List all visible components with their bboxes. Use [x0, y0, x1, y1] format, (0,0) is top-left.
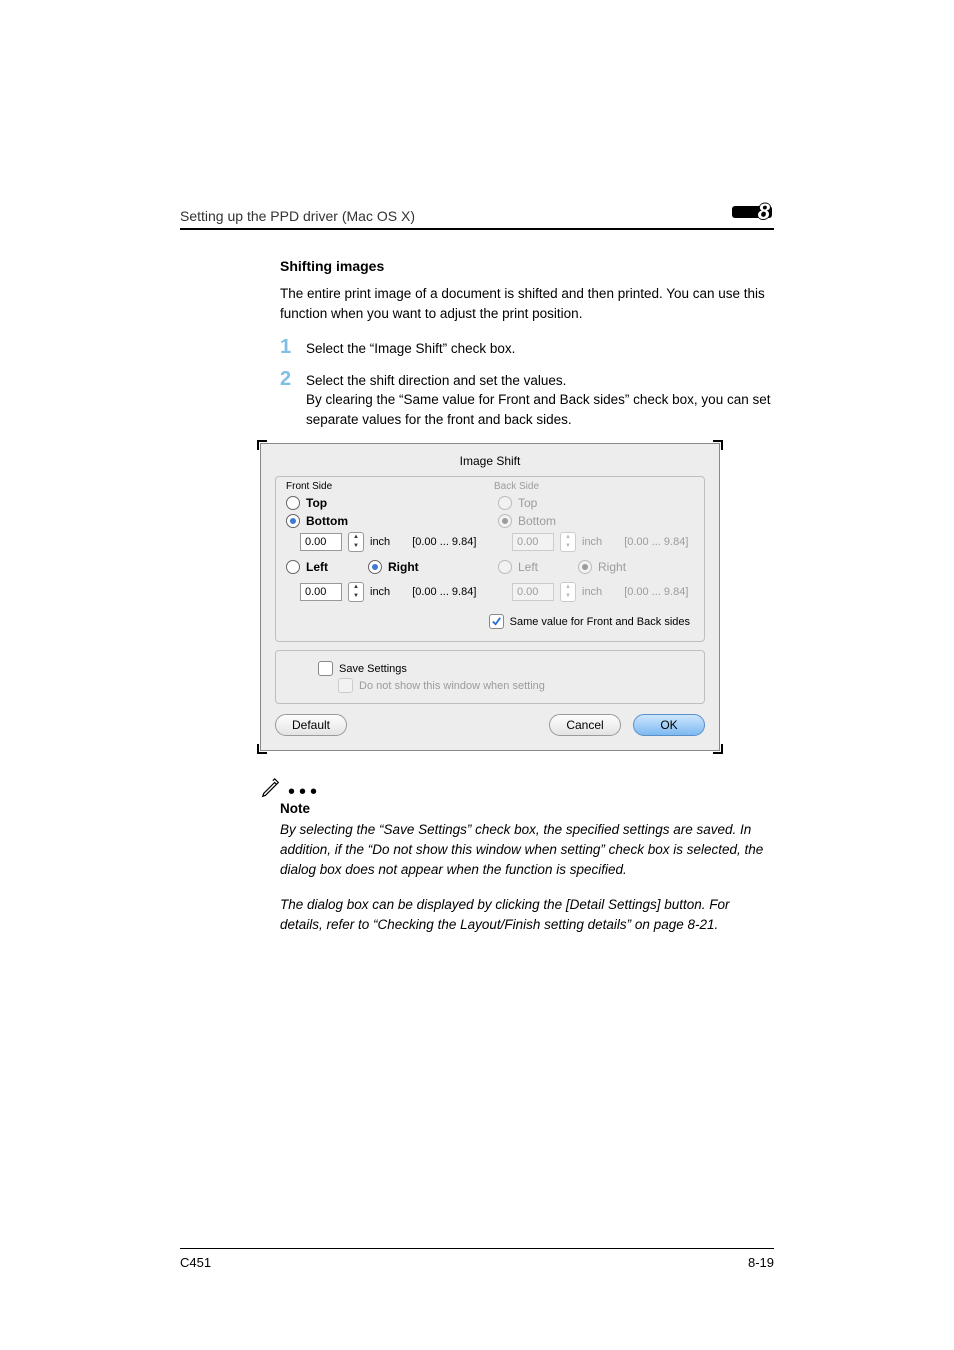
- dont-show-checkbox: Do not show this window when setting: [338, 678, 692, 693]
- unit-label: inch: [582, 586, 602, 598]
- front-top-radio[interactable]: Top: [286, 496, 482, 510]
- chapter-number: 8: [758, 199, 774, 225]
- range-label: [0.00 ... 9.84]: [412, 536, 476, 548]
- front-vert-spinner: ▲▼ inch [0.00 ... 9.84]: [300, 532, 482, 552]
- range-label: [0.00 ... 9.84]: [624, 586, 688, 598]
- front-left-radio[interactable]: Left: [286, 560, 328, 574]
- back-horiz-value: [512, 583, 554, 601]
- dialog-title: Image Shift: [275, 454, 705, 468]
- note-paragraph-1: By selecting the “Save Settings” check b…: [280, 820, 774, 879]
- unit-label: inch: [370, 536, 390, 548]
- back-horiz-spinner: ▲▼ inch [0.00 ... 9.84]: [512, 582, 694, 602]
- default-button[interactable]: Default: [275, 714, 347, 736]
- step-text: Select the “Image Shift” check box.: [306, 337, 515, 359]
- back-left-label: Left: [518, 560, 538, 574]
- page-footer: C451 8-19: [180, 1248, 774, 1270]
- front-bottom-label: Bottom: [306, 514, 348, 528]
- front-vert-value[interactable]: [300, 533, 342, 551]
- range-label: [0.00 ... 9.84]: [624, 536, 688, 548]
- back-top-radio: Top: [498, 496, 694, 510]
- front-right-radio[interactable]: Right: [368, 560, 419, 574]
- intro-paragraph: The entire print image of a document is …: [280, 284, 774, 323]
- ok-button[interactable]: OK: [633, 714, 705, 736]
- image-shift-dialog: Image Shift Front Side Top Bottom: [260, 443, 720, 751]
- dont-show-label: Do not show this window when setting: [359, 680, 545, 692]
- front-side-group: Front Side Top Bottom ▲▼ inch: [286, 485, 482, 610]
- front-horiz-spinner: ▲▼ inch [0.00 ... 9.84]: [300, 582, 482, 602]
- save-settings-checkbox[interactable]: Save Settings: [318, 661, 692, 676]
- front-legend: Front Side: [282, 481, 482, 492]
- range-label: [0.00 ... 9.84]: [412, 586, 476, 598]
- page-header: Setting up the PPD driver (Mac OS X) 8: [180, 200, 774, 224]
- stepper-icon[interactable]: ▲▼: [348, 582, 364, 602]
- checkbox-icon: [338, 678, 353, 693]
- back-legend: Back Side: [494, 481, 694, 492]
- shift-groupbox: Front Side Top Bottom ▲▼ inch: [275, 476, 705, 642]
- header-rule: [180, 228, 774, 230]
- unit-label: inch: [370, 586, 390, 598]
- save-settings-group: Save Settings Do not show this window wh…: [275, 650, 705, 704]
- back-vert-value: [512, 533, 554, 551]
- dialog-button-row: Default Cancel OK: [275, 714, 705, 736]
- note-marker: •••: [260, 777, 774, 799]
- front-bottom-radio[interactable]: Bottom: [286, 514, 482, 528]
- back-left-radio: Left: [498, 560, 538, 574]
- note-heading: Note: [280, 801, 774, 816]
- back-bottom-radio: Bottom: [498, 514, 694, 528]
- back-right-label: Right: [598, 560, 626, 574]
- page: Setting up the PPD driver (Mac OS X) 8 S…: [0, 0, 954, 1350]
- same-value-checkbox[interactable]: Same value for Front and Back sides: [489, 614, 690, 629]
- ellipsis-icon: •••: [288, 787, 321, 799]
- pen-icon: [260, 777, 282, 799]
- body-column: Shifting images The entire print image o…: [280, 258, 774, 934]
- back-vert-spinner: ▲▼ inch [0.00 ... 9.84]: [512, 532, 694, 552]
- front-top-label: Top: [306, 496, 327, 510]
- save-settings-label: Save Settings: [339, 663, 407, 675]
- cancel-button[interactable]: Cancel: [549, 714, 621, 736]
- back-side-group: Back Side Top Bottom ▲▼ inch: [498, 485, 694, 610]
- footer-page: 8-19: [748, 1255, 774, 1270]
- stepper-icon: ▲▼: [560, 532, 576, 552]
- front-right-label: Right: [388, 560, 419, 574]
- step-number: 1: [280, 337, 306, 357]
- back-top-label: Top: [518, 496, 537, 510]
- unit-label: inch: [582, 536, 602, 548]
- step-text: Select the shift direction and set the v…: [306, 369, 774, 430]
- checkbox-icon: [489, 614, 504, 629]
- breadcrumb: Setting up the PPD driver (Mac OS X): [180, 208, 415, 224]
- stepper-icon: ▲▼: [560, 582, 576, 602]
- front-left-label: Left: [306, 560, 328, 574]
- step-number: 2: [280, 369, 306, 389]
- back-right-radio: Right: [578, 560, 626, 574]
- stepper-icon[interactable]: ▲▼: [348, 532, 364, 552]
- chapter-badge: 8: [738, 200, 774, 224]
- checkbox-icon: [318, 661, 333, 676]
- step-1: 1 Select the “Image Shift” check box.: [280, 337, 774, 359]
- back-bottom-label: Bottom: [518, 514, 556, 528]
- footer-model: C451: [180, 1255, 211, 1270]
- front-horiz-value[interactable]: [300, 583, 342, 601]
- section-title: Shifting images: [280, 258, 774, 274]
- note-paragraph-2: The dialog box can be displayed by click…: [280, 895, 774, 934]
- same-value-label: Same value for Front and Back sides: [510, 616, 690, 628]
- step-2: 2 Select the shift direction and set the…: [280, 369, 774, 430]
